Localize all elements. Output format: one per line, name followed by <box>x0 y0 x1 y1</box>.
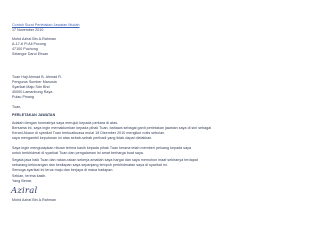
body-paragraph-3-line-1: Segala jasa baik Tuan dan rakan-rakan se… <box>12 158 198 162</box>
body-paragraph-2-line-1: Saya ingin mengucapkan ribuan terima kas… <box>12 146 192 150</box>
signer-name: Mohd Aziral Bin A.Rahman <box>12 198 56 202</box>
sender-address-3: Selangor Darul Ehsan <box>12 52 49 56</box>
recipient-address-2: Pulau Pinang <box>12 95 34 99</box>
letter-page: Contoh Surat Perletakan Jawatan Mudah 17… <box>0 0 241 209</box>
recipient-position: Pengurus Sumber Manusia <box>12 80 57 84</box>
sender-address-2: 47100 Puchong <box>12 47 38 51</box>
recipient-name: Tuan Haji Ahmad B. Ahmad R. <box>12 75 62 79</box>
document-title: Contoh Surat Perletakan Jawatan Mudah <box>12 23 80 27</box>
signature: Aziral <box>11 186 38 196</box>
body-paragraph-1-line-1: Adalah dengan hormatnya saya merujuk kep… <box>12 121 119 125</box>
body-paragraph-1-line-3: Kerani Akaun di syarikat Tuan berkuatkua… <box>12 131 166 135</box>
body-paragraph-1-line-2: Bersama ini, saya ingin memaklumkan kepa… <box>12 126 212 130</box>
body-paragraph-3-line-3: Semoga syarikat ini terus maju dan berja… <box>12 168 114 172</box>
subject-line: PERLETAKAN JAWATAN <box>12 113 56 117</box>
sender-name: Mohd Aziral Bin A.Rahman <box>12 37 56 41</box>
closing-line-2: Yang Benar, <box>12 179 33 183</box>
letter-date: 17 November 2010 <box>12 28 44 32</box>
body-paragraph-1-line-4: saya mengambil keputusan ini atas sebab-… <box>12 136 153 140</box>
body-paragraph-2-line-2: untuk berkhidmat di syarikat Tuan dan pe… <box>12 151 144 155</box>
recipient-company: Syarikat Maju Sdn Bhd <box>12 85 50 89</box>
body-paragraph-3-line-2: sebarang kekurangan dan kesilapan saya s… <box>12 163 168 167</box>
greeting: Tuan, <box>12 105 22 109</box>
recipient-address-1: 40000 Lamanbung Raya <box>12 90 53 94</box>
sender-address-1: A-17-6 Pi Ali Pucong <box>12 42 46 46</box>
closing-line-1: Sekian, terima kasih. <box>12 174 47 178</box>
